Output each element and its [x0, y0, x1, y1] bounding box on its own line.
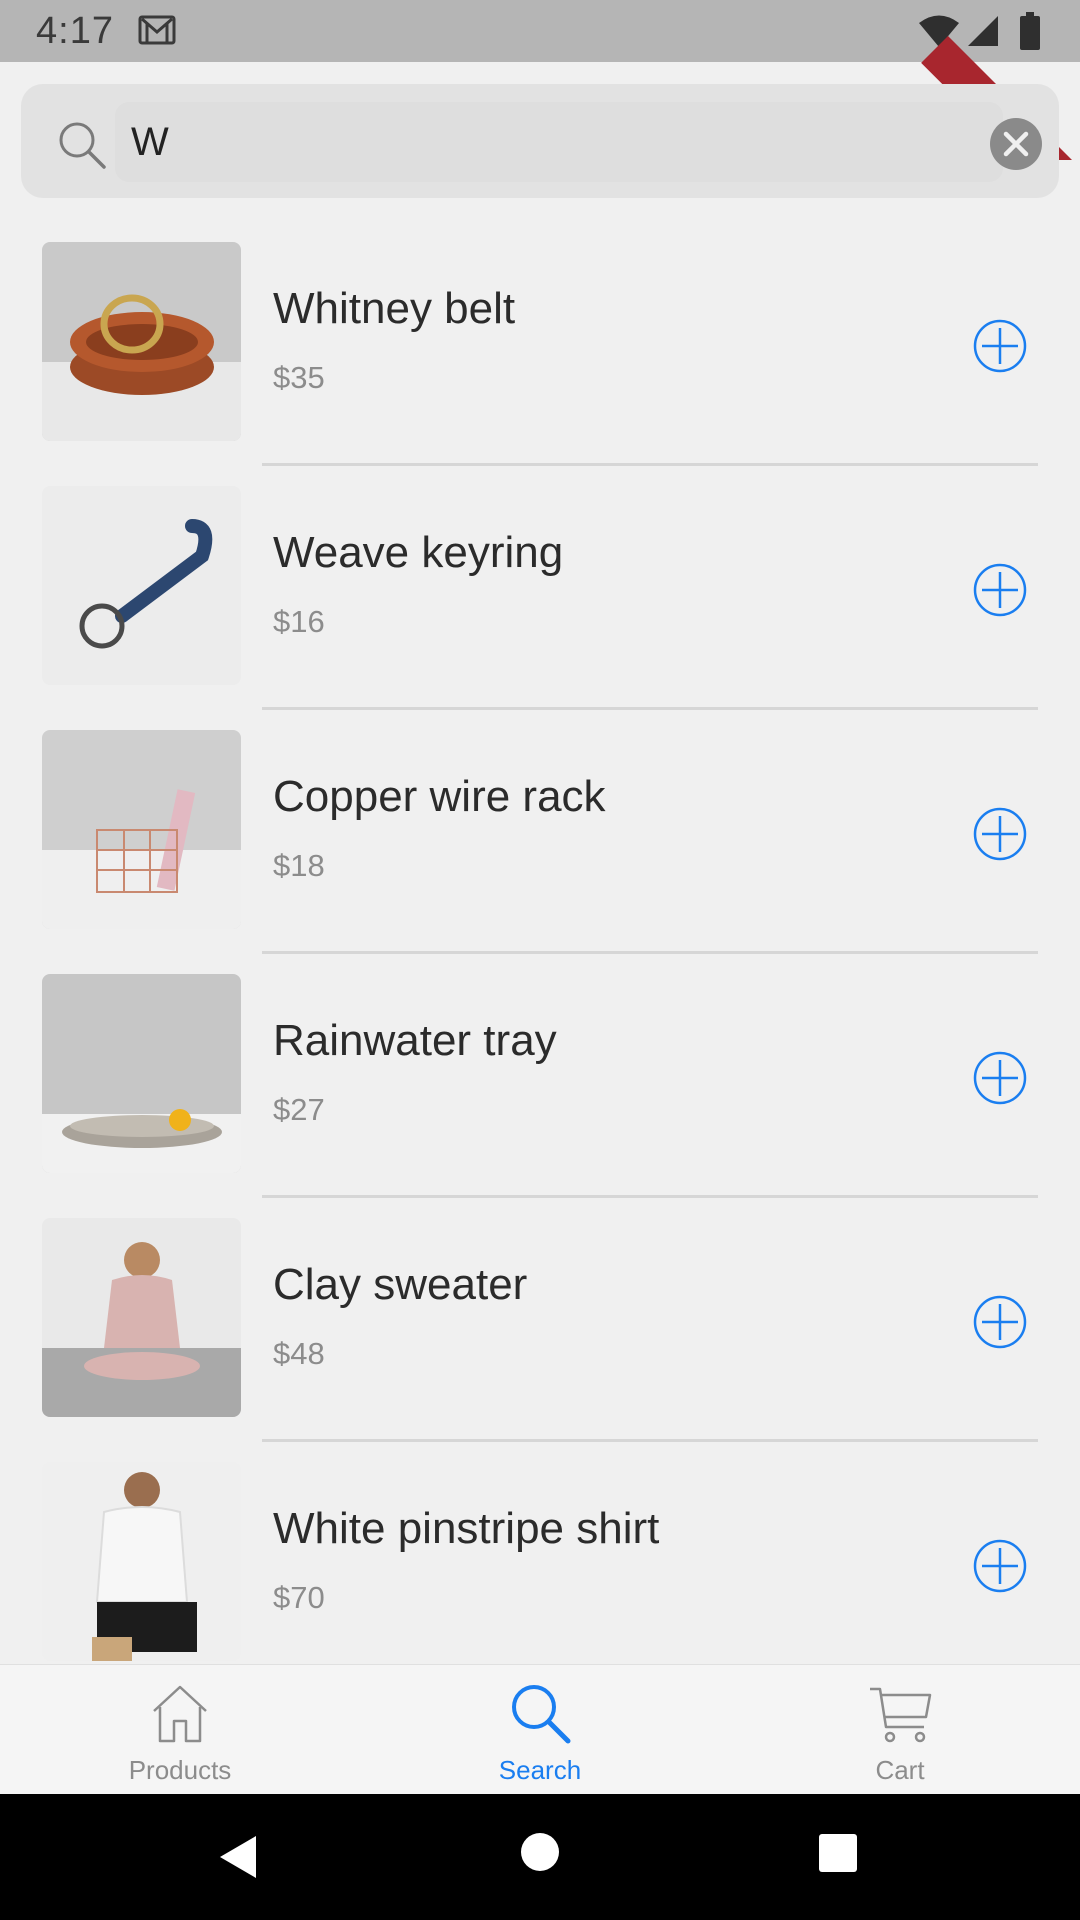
product-image-wire-rack — [42, 730, 241, 929]
add-to-cart-button[interactable] — [973, 319, 1027, 373]
search-icon — [512, 1685, 571, 1744]
add-to-cart-button[interactable] — [973, 1295, 1027, 1349]
search-input[interactable] — [131, 102, 931, 182]
tab-label: Products — [128, 1755, 232, 1785]
product-list: Whitney belt $35 Weave keyring $16 Coppe… — [0, 198, 1080, 1664]
add-to-cart-button[interactable] — [973, 563, 1027, 617]
product-row: Copper wire rack $18 — [0, 686, 1080, 954]
search-bar — [21, 84, 1059, 198]
cart-icon — [870, 1687, 932, 1743]
product-price: $70 — [273, 1580, 325, 1615]
wifi-icon — [919, 15, 959, 47]
product-row: Clay sweater $48 — [0, 1174, 1080, 1442]
product-image-shirt — [42, 1462, 241, 1661]
search-icon — [59, 122, 106, 169]
product-price: $27 — [273, 1092, 325, 1127]
close-icon — [1003, 131, 1029, 157]
status-bar: 4:17 — [0, 0, 1080, 62]
product-image-tray — [42, 974, 241, 1173]
tab-bar: Products Search Cart — [0, 1664, 1080, 1794]
search-field — [115, 102, 1003, 182]
product-price: $35 — [273, 360, 325, 395]
product-name: Weave keyring — [273, 528, 564, 577]
status-time: 4:17 — [36, 10, 114, 52]
product-row: White pinstripe shirt $70 — [0, 1418, 1080, 1662]
tab-cart[interactable]: Cart — [720, 1665, 1080, 1795]
recents-icon[interactable] — [818, 1833, 858, 1873]
home-icon — [153, 1685, 207, 1743]
add-to-cart-button[interactable] — [973, 807, 1027, 861]
tab-products[interactable]: Products — [0, 1665, 360, 1795]
product-price: $16 — [273, 604, 325, 639]
product-row: Weave keyring $16 — [0, 442, 1080, 710]
tab-label: Cart — [875, 1755, 925, 1785]
product-name: Whitney belt — [273, 284, 516, 333]
signal-icon — [968, 16, 998, 46]
product-image-keyring — [42, 486, 241, 685]
product-row: Whitney belt $35 — [0, 198, 1080, 466]
product-image-sweater — [42, 1218, 241, 1417]
add-to-cart-button[interactable] — [973, 1051, 1027, 1105]
product-price: $18 — [273, 848, 325, 883]
tab-search[interactable]: Search — [360, 1665, 720, 1795]
system-nav-bar — [0, 1794, 1080, 1920]
add-to-cart-button[interactable] — [973, 1539, 1027, 1593]
tab-label: Search — [498, 1755, 582, 1785]
gmail-icon — [138, 15, 176, 45]
product-name: Copper wire rack — [273, 772, 606, 821]
battery-icon — [1020, 12, 1040, 50]
product-price: $48 — [273, 1336, 325, 1371]
product-image-belt — [42, 242, 241, 441]
back-icon[interactable] — [218, 1834, 258, 1880]
home-button-icon[interactable] — [520, 1832, 560, 1872]
clear-search-button[interactable] — [990, 118, 1042, 170]
product-name: Clay sweater — [273, 1260, 528, 1309]
product-row: Rainwater tray $27 — [0, 930, 1080, 1198]
product-name: Rainwater tray — [273, 1016, 557, 1065]
product-name: White pinstripe shirt — [273, 1504, 660, 1553]
